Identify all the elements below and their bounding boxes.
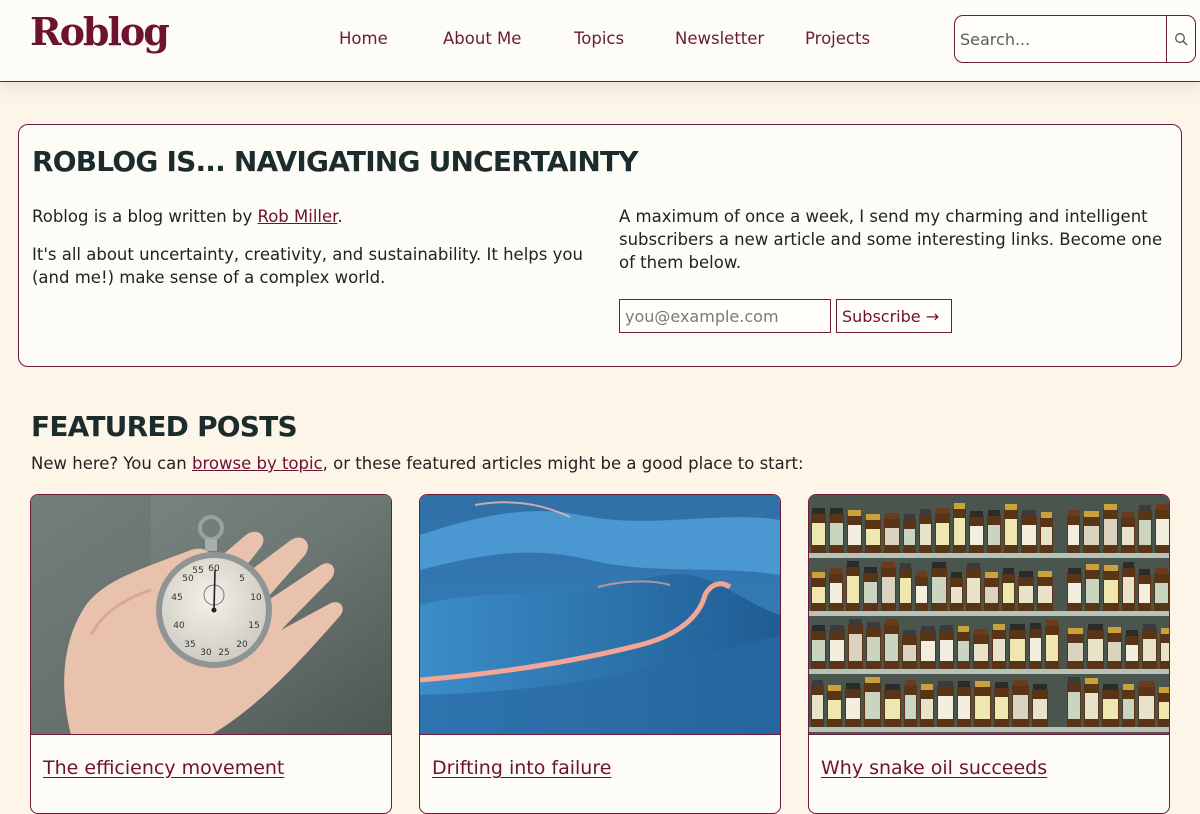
svg-text:5: 5 (239, 574, 245, 584)
intro-box: ROBLOG IS... NAVIGATING UNCERTAINTY Robl… (18, 124, 1182, 367)
intro-author-suffix: . (337, 207, 343, 226)
search-button[interactable] (1166, 16, 1195, 62)
nav-projects[interactable]: Projects (805, 29, 870, 48)
featured-intro-suffix: , or these featured articles might be a … (322, 454, 804, 473)
search-box (954, 15, 1196, 63)
site-header: Roblog Home About Me Topics Newsletter P… (0, 0, 1200, 82)
intro-author-prefix: Roblog is a blog written by (32, 207, 258, 226)
svg-text:60: 60 (208, 564, 220, 574)
post-card-snake-oil[interactable]: Why snake oil succeeds (808, 494, 1170, 814)
featured-intro-prefix: New here? You can (31, 454, 192, 473)
svg-text:10: 10 (250, 593, 262, 603)
email-field[interactable] (619, 299, 831, 333)
svg-text:15: 15 (248, 621, 259, 631)
site-logo[interactable]: Roblog (30, 9, 170, 54)
svg-text:20: 20 (236, 640, 248, 650)
post-image-bottles[interactable] (809, 495, 1169, 735)
post-title-snake-oil[interactable]: Why snake oil succeeds (821, 757, 1047, 779)
svg-text:35: 35 (184, 640, 195, 650)
svg-text:30: 30 (200, 648, 212, 658)
newsletter-text: A maximum of once a week, I send my char… (619, 207, 1163, 272)
post-card-drifting[interactable]: Drifting into failure (419, 494, 781, 814)
post-card-efficiency[interactable]: 60 5 10 15 20 25 30 35 40 45 50 55 The e… (30, 494, 392, 814)
browse-by-topic-link[interactable]: browse by topic (192, 454, 323, 473)
nav-home[interactable]: Home (339, 29, 388, 48)
post-title-efficiency[interactable]: The efficiency movement (43, 757, 284, 779)
subscribe-button[interactable]: Subscribe → (836, 299, 952, 333)
post-image-dunes[interactable] (420, 495, 780, 735)
newsletter-section: A maximum of once a week, I send my char… (619, 205, 1167, 274)
intro-description: Roblog is a blog written by Rob Miller. … (32, 205, 592, 304)
svg-text:45: 45 (171, 593, 182, 603)
intro-title: ROBLOG IS... NAVIGATING UNCERTAINTY (32, 145, 639, 178)
featured-intro: New here? You can browse by topic, or th… (31, 454, 804, 473)
intro-about-text: It's all about uncertainty, creativity, … (32, 245, 583, 287)
svg-text:40: 40 (173, 621, 185, 631)
featured-title: FEATURED POSTS (31, 410, 298, 443)
nav-topics[interactable]: Topics (574, 29, 624, 48)
nav-about-me[interactable]: About Me (443, 29, 521, 48)
author-link[interactable]: Rob Miller (257, 207, 337, 226)
search-input[interactable] (955, 16, 1167, 62)
search-icon (1175, 33, 1188, 46)
post-title-drifting[interactable]: Drifting into failure (432, 757, 611, 779)
nav-newsletter[interactable]: Newsletter (675, 29, 764, 48)
intro-author-line: Roblog is a blog written by Rob Miller. (32, 205, 592, 228)
svg-text:25: 25 (218, 648, 229, 658)
post-image-stopwatch[interactable]: 60 5 10 15 20 25 30 35 40 45 50 55 (31, 495, 391, 735)
svg-text:55: 55 (192, 566, 203, 576)
